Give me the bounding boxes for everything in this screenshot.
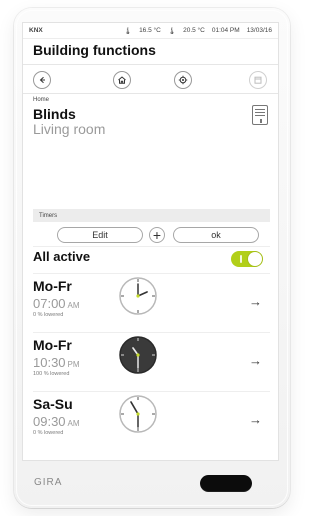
home-button[interactable] xyxy=(113,71,131,89)
edit-button[interactable]: Edit xyxy=(57,227,143,243)
brand-logo: GIRA xyxy=(34,477,63,488)
proximity-sensor xyxy=(200,475,252,492)
navigation-bar xyxy=(23,65,278,93)
timer-days: Sa-Su xyxy=(33,396,73,412)
settings-button[interactable] xyxy=(174,71,192,89)
timer-row[interactable]: Mo-Fr 10:30 PM 100 % lowered → xyxy=(33,336,270,397)
ok-button[interactable]: ok xyxy=(173,227,259,243)
timer-time: 07:00 AM xyxy=(33,296,80,311)
timer-row[interactable]: Sa-Su 09:30 AM 0 % lowered → xyxy=(33,395,270,456)
page-title: Blinds xyxy=(33,106,76,122)
timers-section-header: Timers xyxy=(33,209,270,222)
plus-icon: + xyxy=(152,227,162,243)
all-active-label: All active xyxy=(33,249,91,264)
arrow-right-icon: → xyxy=(249,294,262,309)
toggle-knob xyxy=(248,252,262,266)
edit-label: Edit xyxy=(92,230,108,240)
calendar-icon xyxy=(254,76,262,84)
arrow-right-icon: → xyxy=(249,412,262,427)
clock-icon xyxy=(119,395,157,433)
touch-screen: KNX 🌡 16.5 °C 🌡 20.5 °C 01:04 PM 13/03/1… xyxy=(22,22,279,461)
back-button[interactable] xyxy=(33,71,51,89)
divider xyxy=(33,246,270,247)
timer-time-value: 09:30 xyxy=(33,414,66,429)
status-right: 🌡 16.5 °C 🌡 20.5 °C 01:04 PM 13/03/16 xyxy=(124,27,272,35)
home-icon xyxy=(118,76,126,84)
thermometer-icon: 🌡 xyxy=(167,27,177,35)
settings-icon xyxy=(178,75,188,85)
system-label: KNX xyxy=(29,27,43,34)
divider xyxy=(23,93,278,94)
thermometer-icon: 🌡 xyxy=(123,27,133,35)
timer-time-value: 10:30 xyxy=(33,355,66,370)
timer-ampm: PM xyxy=(67,360,80,369)
timer-note: 0 % lowered xyxy=(33,312,64,318)
timer-days: Mo-Fr xyxy=(33,278,72,294)
date: 13/03/16 xyxy=(246,27,272,34)
time: 01:04 PM xyxy=(211,27,240,34)
app-title: Building functions xyxy=(33,42,156,58)
timer-time: 10:30 PM xyxy=(33,355,80,370)
temp2: 20.5 °C xyxy=(183,27,205,34)
page-subtitle: Living room xyxy=(33,121,106,137)
clock-icon xyxy=(119,277,157,315)
divider xyxy=(33,273,270,274)
temp1: 16.5 °C xyxy=(139,27,161,34)
divider xyxy=(33,332,270,333)
timer-days: Mo-Fr xyxy=(33,337,72,353)
divider xyxy=(33,391,270,392)
arrow-right-icon: → xyxy=(249,353,262,368)
calendar-button[interactable] xyxy=(249,71,267,89)
blinds-icon xyxy=(252,105,268,125)
timer-note: 0 % lowered xyxy=(33,430,64,436)
all-active-toggle[interactable] xyxy=(231,251,263,267)
back-icon xyxy=(39,76,45,84)
ok-label: ok xyxy=(211,230,221,240)
timer-time-value: 07:00 xyxy=(33,296,66,311)
breadcrumb: Home xyxy=(33,97,50,103)
timer-note: 100 % lowered xyxy=(33,371,70,377)
timer-ampm: AM xyxy=(67,419,80,428)
status-bar: KNX 🌡 16.5 °C 🌡 20.5 °C 01:04 PM 13/03/1… xyxy=(23,23,278,39)
timer-row[interactable]: Mo-Fr 07:00 AM 0 % lowered → xyxy=(33,277,270,338)
timers-label: Timers xyxy=(39,212,58,219)
toggle-indicator xyxy=(240,255,242,263)
timer-ampm: AM xyxy=(67,301,80,310)
clock-icon xyxy=(119,336,157,374)
timer-time: 09:30 AM xyxy=(33,414,80,429)
add-timer-button[interactable]: + xyxy=(149,227,165,243)
